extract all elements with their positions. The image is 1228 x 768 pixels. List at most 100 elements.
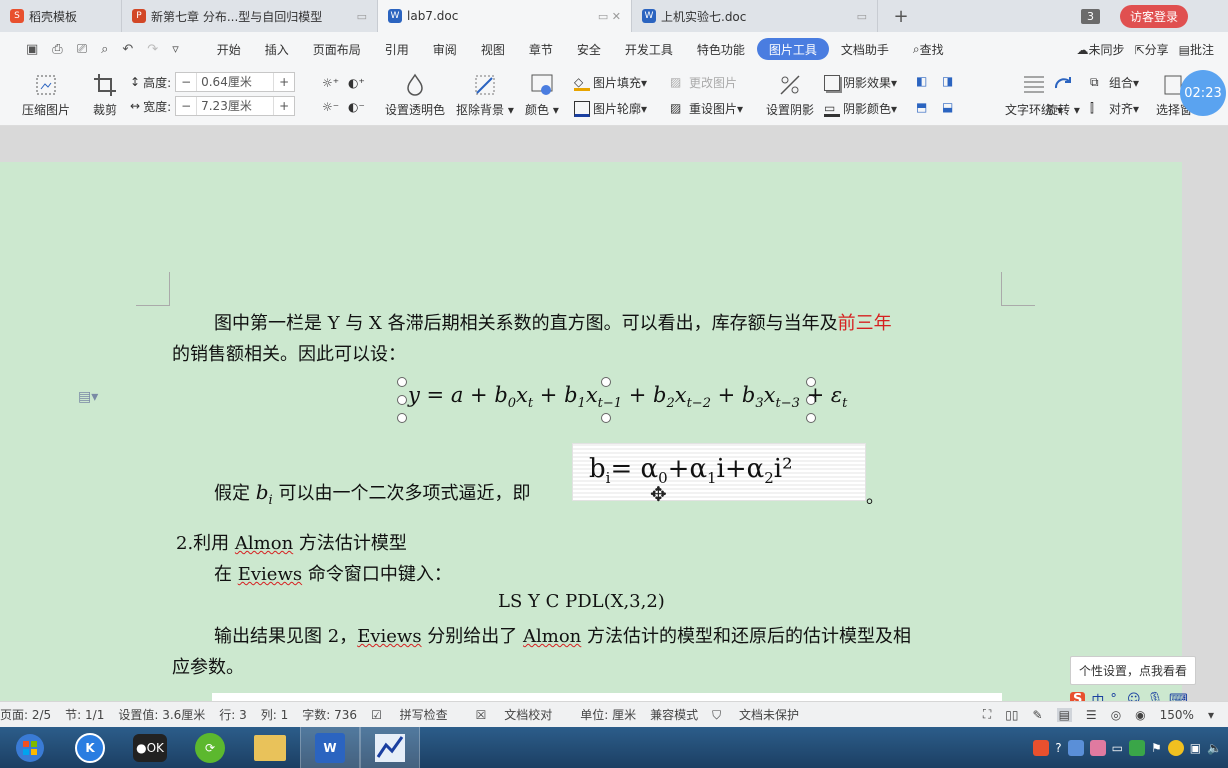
rotate-button[interactable]: 旋转 ▾ xyxy=(1046,72,1080,118)
reading-view-icon[interactable]: ▯▯ xyxy=(1005,708,1018,722)
menu-features[interactable]: 特色功能 xyxy=(685,38,757,60)
web-view-icon[interactable]: ◎ xyxy=(1111,708,1121,722)
help-icon[interactable]: ? xyxy=(1055,741,1061,755)
page-view-icon[interactable]: ▤ xyxy=(1056,707,1072,722)
compress-picture-button[interactable]: 压缩图片 xyxy=(22,72,70,118)
paragraph-marker-icon[interactable]: ▤▾ xyxy=(78,389,98,405)
print-icon[interactable]: ⎚ xyxy=(77,42,87,57)
network-tray-icon[interactable] xyxy=(1067,739,1084,756)
new-tab-button[interactable]: + xyxy=(878,0,924,32)
resize-handle-tl[interactable] xyxy=(397,377,407,387)
width-decrease-button[interactable]: − xyxy=(176,99,196,113)
outline-view-icon[interactable]: ☰ xyxy=(1086,708,1097,722)
status-words[interactable]: 字数: 736 xyxy=(302,706,357,723)
tab-lab7[interactable]: W lab7.doc ▭ ✕ xyxy=(378,0,632,32)
shadow-right-icon[interactable]: ◨ xyxy=(942,74,953,88)
picture-outline-button[interactable]: 图片轮廓 ▾ xyxy=(574,100,647,117)
resize-handle-ml[interactable] xyxy=(397,395,407,405)
undo-icon[interactable]: ↶ xyxy=(122,42,133,57)
fullscreen-icon[interactable]: ⛶ xyxy=(983,707,991,722)
contrast-up-icon[interactable]: ◐⁺ xyxy=(348,76,365,90)
monitor-icon[interactable]: ▣ xyxy=(1190,741,1201,755)
taskbar-eviews[interactable] xyxy=(360,727,420,768)
resize-handle-bm[interactable] xyxy=(601,413,611,423)
sogou-tray-icon[interactable] xyxy=(1033,739,1050,756)
taskbar-wps-writer[interactable]: W xyxy=(300,727,360,768)
menu-insert[interactable]: 插入 xyxy=(253,38,301,60)
resize-handle-bl[interactable] xyxy=(397,413,407,423)
set-transparent-button[interactable]: 设置透明色 xyxy=(385,72,445,118)
spell-check-button[interactable]: ☑ 拼写检查 xyxy=(371,706,462,723)
protect-button[interactable]: ⛉ 文档未保护 xyxy=(712,706,813,723)
edit-view-icon[interactable]: ✎ xyxy=(1033,708,1043,722)
menu-chapter[interactable]: 章节 xyxy=(517,38,565,60)
tab-docer[interactable]: S 稻壳模板 xyxy=(0,0,122,32)
quick-print-icon[interactable]: ⎙ xyxy=(52,42,62,57)
zoom-dropdown-icon[interactable]: ▾ xyxy=(1208,708,1214,722)
taskbar-k-app[interactable]: K xyxy=(60,727,120,768)
crop-button[interactable]: 裁剪 xyxy=(92,72,118,118)
menu-view[interactable]: 视图 xyxy=(469,38,517,60)
preview-icon[interactable]: ⌕ xyxy=(101,42,108,57)
save-icon[interactable]: ▣ xyxy=(26,42,38,57)
change-picture-button[interactable]: ▨ 更改图片 xyxy=(670,74,737,91)
shadow-down-icon[interactable]: ⬓ xyxy=(942,100,953,114)
volume-icon[interactable]: 🔈 xyxy=(1207,741,1222,755)
set-shadow-button[interactable]: 设置阴影 xyxy=(766,72,814,118)
status-page[interactable]: 页面: 2/5 xyxy=(0,706,51,723)
flag-icon[interactable]: ⚑ xyxy=(1151,741,1162,755)
menu-home[interactable]: 开始 xyxy=(205,38,253,60)
width-input[interactable]: 7.23厘米 xyxy=(196,97,275,115)
security-tray-icon[interactable] xyxy=(1128,739,1145,756)
menu-references[interactable]: 引用 xyxy=(373,38,421,60)
window-count-badge[interactable]: 3 xyxy=(1080,8,1100,24)
comment-button[interactable]: ▤批注 xyxy=(1179,41,1214,58)
customize-icon[interactable]: ▿ xyxy=(172,42,179,57)
start-button[interactable] xyxy=(0,727,60,768)
height-decrease-button[interactable]: − xyxy=(176,75,196,89)
timer-badge[interactable]: 02:23 xyxy=(1180,70,1226,116)
resize-handle-br[interactable] xyxy=(806,413,816,423)
display-tray-icon[interactable]: ▭ xyxy=(1112,741,1123,755)
remove-background-button[interactable]: 抠除背景 ▾ xyxy=(456,72,514,118)
color-button[interactable]: 颜色 ▾ xyxy=(525,72,559,118)
tab-ppt[interactable]: P 新第七章 分布...型与自回归模型 ▭ xyxy=(122,0,378,32)
cloud-icon[interactable]: ▭ xyxy=(849,10,867,23)
search-button[interactable]: ⌕ 查找 xyxy=(901,38,956,60)
share-button[interactable]: ⇱分享 xyxy=(1135,41,1169,58)
personalize-tooltip[interactable]: 个性设置，点我看看 xyxy=(1070,656,1197,685)
taskbar-refresh-app[interactable]: ⟳ xyxy=(180,727,240,768)
taskbar-explorer[interactable] xyxy=(240,727,300,768)
brightness-up-icon[interactable]: ☼⁺ xyxy=(322,76,339,90)
redo-icon[interactable]: ↷ xyxy=(147,42,158,57)
formula-image[interactable]: bi= α0+α1i+α2i² xyxy=(572,443,866,501)
shadow-up-icon[interactable]: ⬒ xyxy=(916,100,927,114)
shadow-color-button[interactable]: ▭ 阴影颜色 ▾ xyxy=(824,100,897,117)
height-increase-button[interactable]: + xyxy=(274,75,294,89)
group-button[interactable]: ⧉ 组合 ▾ xyxy=(1090,74,1139,91)
close-icon[interactable]: ▭ ✕ xyxy=(590,10,621,23)
reset-picture-button[interactable]: ▨ 重设图片 ▾ xyxy=(670,100,743,117)
menu-security[interactable]: 安全 xyxy=(565,38,613,60)
update-tray-icon[interactable] xyxy=(1167,739,1184,756)
taskbar-ok-app[interactable]: ●OK xyxy=(120,727,180,768)
flower-tray-icon[interactable] xyxy=(1089,739,1106,756)
brightness-down-icon[interactable]: ☼⁻ xyxy=(322,100,339,114)
menu-picture-tools[interactable]: 图片工具 xyxy=(756,38,829,60)
menu-page-layout[interactable]: 页面布局 xyxy=(301,38,373,60)
menu-review[interactable]: 审阅 xyxy=(421,38,469,60)
height-input[interactable]: 0.64厘米 xyxy=(196,73,275,91)
menu-developer[interactable]: 开发工具 xyxy=(613,38,685,60)
proofread-button[interactable]: ☒ 文档校对 xyxy=(476,706,567,723)
contrast-down-icon[interactable]: ◐⁻ xyxy=(348,100,365,114)
width-increase-button[interactable]: + xyxy=(274,99,294,113)
lag-equation[interactable]: y = a + b0xt + b1xt−1 + b2xt−2 + b3xt−3 … xyxy=(408,383,847,411)
align-button[interactable]: ⫿ 对齐 ▾ xyxy=(1090,100,1139,117)
menu-doc-assistant[interactable]: 文档助手 xyxy=(829,38,901,60)
login-button[interactable]: 访客登录 xyxy=(1119,4,1188,28)
tab-experiment7[interactable]: W 上机实验七.doc ▭ xyxy=(632,0,878,32)
cloud-icon[interactable]: ▭ xyxy=(349,10,367,23)
shadow-left-icon[interactable]: ◧ xyxy=(916,74,927,88)
shadow-effect-button[interactable]: 阴影效果 ▾ xyxy=(824,74,897,91)
zoom-level[interactable]: 150% xyxy=(1160,708,1194,722)
